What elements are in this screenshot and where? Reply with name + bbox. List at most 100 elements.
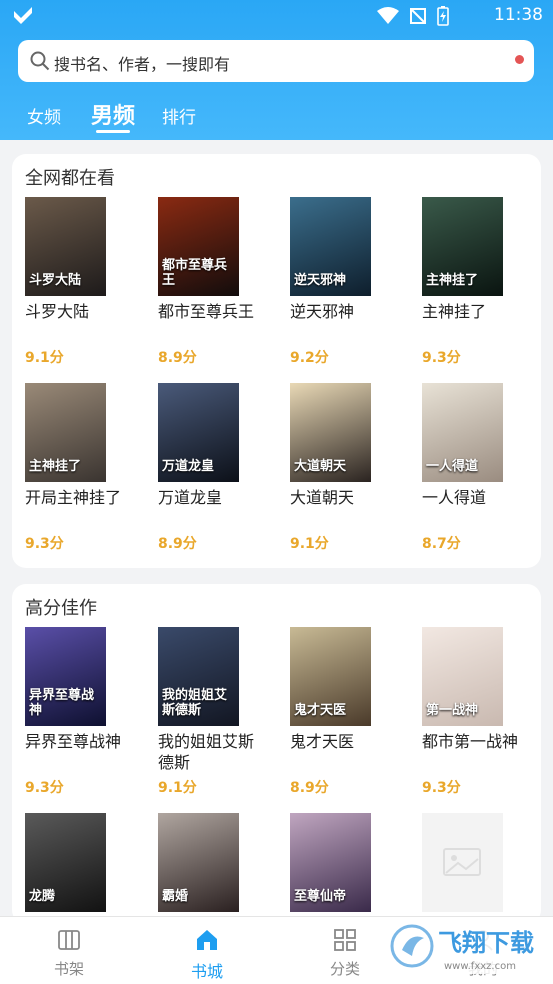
book-score: 8.9分	[290, 780, 329, 796]
book-cover[interactable]: 逆天邪神	[290, 197, 371, 296]
book-item[interactable]: 至尊仙帝	[290, 813, 390, 924]
no-signal-icon	[410, 8, 426, 24]
nav-store[interactable]: 书城	[138, 917, 276, 984]
book-cover[interactable]: 异界至尊战神	[25, 627, 106, 726]
book-title: 都市第一战神	[422, 732, 519, 751]
search-placeholder: 搜书名、作者，一搜即有	[54, 55, 231, 74]
section-trending: 全网都在看 斗罗大陆 斗罗大陆 9.1分 都市至尊兵王 都市至尊兵王 8.9分 逆天邪神 逆天…	[12, 154, 541, 568]
book-cover[interactable]: 鬼才天医	[290, 627, 371, 726]
book-score: 9.1分	[290, 536, 329, 552]
book-item[interactable]: 异界至尊战神 异界至尊战神 9.3分	[25, 627, 125, 807]
nav-label: 书架	[53, 960, 84, 978]
book-title: 主神挂了	[422, 302, 487, 321]
tab-male[interactable]: 男频	[91, 98, 135, 130]
cover-title: 一人得道	[426, 458, 479, 474]
book-item[interactable]: 逆天邪神 逆天邪神 9.2分	[290, 197, 390, 377]
cover-title: 我的姐姐艾斯德斯	[162, 688, 228, 718]
book-cover[interactable]: 第一战神	[422, 627, 503, 726]
book-cover[interactable]: 龙腾	[25, 813, 106, 912]
cover-title: 主神挂了	[426, 272, 479, 288]
book-score: 9.1分	[25, 350, 64, 366]
cover-title: 大道朝天	[294, 458, 347, 474]
active-tab-indicator	[96, 130, 130, 133]
cover-title: 斗罗大陆	[29, 272, 82, 288]
wifi-icon	[377, 7, 399, 24]
battery-charging-icon	[437, 6, 449, 26]
status-bar: 11:38	[0, 0, 553, 32]
book-item[interactable]	[422, 813, 522, 924]
book-item[interactable]: 霸婚	[158, 813, 258, 924]
book-title: 大道朝天	[290, 488, 355, 507]
cover-title: 主神挂了	[29, 458, 82, 474]
book-title: 鬼才天医	[290, 732, 355, 751]
book-score: 8.9分	[158, 536, 197, 552]
book-score: 9.1分	[158, 780, 197, 796]
category-icon	[334, 929, 356, 951]
channel-tabs: 女频 男频 排行	[0, 96, 553, 133]
book-item[interactable]: 鬼才天医 鬼才天医 8.9分	[290, 627, 390, 807]
book-item[interactable]: 主神挂了 主神挂了 9.3分	[422, 197, 522, 377]
book-score: 9.3分	[25, 780, 64, 796]
status-time: 11:38	[494, 5, 543, 25]
search-bar[interactable]: 搜书名、作者，一搜即有	[18, 40, 534, 82]
book-cover[interactable]: 斗罗大陆	[25, 197, 106, 296]
tab-ranking[interactable]: 排行	[162, 103, 196, 128]
section-title: 全网都在看	[25, 168, 115, 189]
watermark: 飞翔下载 www.fxxz.com	[388, 918, 548, 974]
book-score: 9.3分	[422, 780, 461, 796]
book-title: 异界至尊战神	[25, 732, 122, 751]
book-cover[interactable]: 万道龙皇	[158, 383, 239, 482]
book-item[interactable]: 万道龙皇 万道龙皇 8.9分	[158, 383, 258, 563]
nav-label: 书城	[190, 962, 223, 981]
book-item[interactable]: 第一战神都市第一战神 9.3分	[422, 627, 522, 807]
book-cover[interactable]: 主神挂了	[422, 197, 503, 296]
store-icon	[197, 930, 217, 950]
book-item[interactable]: 主神挂了开局主神挂了 9.3分	[25, 383, 125, 563]
book-title: 逆天邪神	[290, 302, 355, 321]
nav-bookshelf[interactable]: 书架	[0, 917, 138, 984]
book-cover[interactable]: 霸婚	[158, 813, 239, 912]
book-cover[interactable]: 都市至尊兵王	[158, 197, 239, 296]
book-item[interactable]: 大道朝天 大道朝天 9.1分	[290, 383, 390, 563]
book-item[interactable]: 斗罗大陆 斗罗大陆 9.1分	[25, 197, 125, 377]
bookshelf-icon	[58, 930, 80, 950]
app-logo-icon	[14, 7, 32, 24]
book-title: 万道龙皇	[158, 488, 223, 507]
book-title: 一人得道	[422, 488, 487, 507]
book-item[interactable]: 龙腾	[25, 813, 125, 924]
notification-dot	[515, 55, 524, 64]
book-cover[interactable]: 至尊仙帝	[290, 813, 371, 912]
cover-title: 万道龙皇	[162, 458, 215, 474]
book-item[interactable]: 一人得道 一人得道 8.7分	[422, 383, 522, 563]
watermark-text: 飞翔下载	[438, 929, 534, 957]
book-score: 9.2分	[290, 350, 329, 366]
book-cover[interactable]: 一人得道	[422, 383, 503, 482]
cover-title: 都市至尊兵王	[162, 258, 228, 288]
cover-title: 霸婚	[162, 888, 189, 904]
book-score: 8.9分	[158, 350, 197, 366]
image-placeholder-icon	[443, 848, 481, 876]
book-score: 8.7分	[422, 536, 461, 552]
book-title: 开局主神挂了	[25, 488, 122, 507]
tab-female[interactable]: 女频	[27, 103, 61, 128]
book-cover[interactable]: 主神挂了	[25, 383, 106, 482]
book-cover[interactable]: 我的姐姐艾斯德斯	[158, 627, 239, 726]
section-title: 高分佳作	[25, 598, 97, 619]
cover-title: 至尊仙帝	[294, 888, 347, 904]
cover-title: 龙腾	[29, 888, 56, 904]
watermark-url: www.fxxz.com	[444, 961, 516, 972]
book-item[interactable]: 我的姐姐艾斯德斯 我的姐姐艾斯德斯 9.1分	[158, 627, 258, 807]
cover-title: 逆天邪神	[294, 272, 347, 288]
cover-title: 异界至尊战神	[29, 688, 95, 718]
book-cover[interactable]	[422, 813, 503, 912]
book-title: 我的姐姐艾斯德斯	[158, 732, 255, 772]
book-score: 9.3分	[25, 536, 64, 552]
cover-title: 鬼才天医	[294, 702, 347, 718]
book-score: 9.3分	[422, 350, 461, 366]
book-cover[interactable]: 大道朝天	[290, 383, 371, 482]
search-icon	[30, 51, 50, 71]
book-title: 都市至尊兵王	[158, 302, 255, 321]
book-title: 斗罗大陆	[25, 302, 90, 321]
book-item[interactable]: 都市至尊兵王 都市至尊兵王 8.9分	[158, 197, 258, 377]
section-top-rated: 高分佳作 异界至尊战神 异界至尊战神 9.3分 我的姐姐艾斯德斯 我的姐姐艾斯德斯 9.1…	[12, 584, 541, 924]
